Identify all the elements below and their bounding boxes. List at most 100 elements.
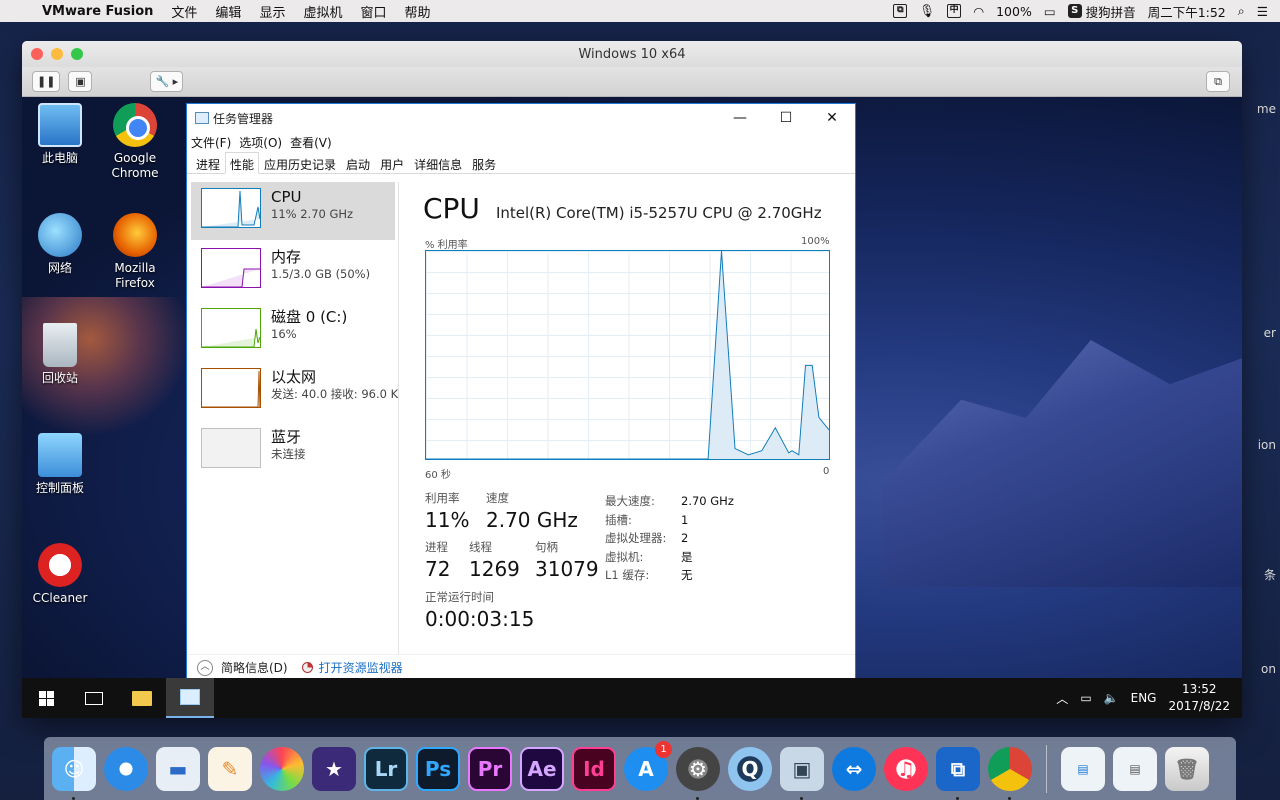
taskbar-clock[interactable]: 13:52 2017/8/22	[1168, 681, 1230, 715]
desktop-icon-chrome[interactable]: Google Chrome	[99, 103, 171, 181]
dock-teamviewer[interactable]: ⇔	[832, 746, 876, 791]
menu-options[interactable]: 选项(O)	[239, 134, 282, 151]
tab-performance[interactable]: 性能	[225, 152, 260, 174]
tab-startup[interactable]: 启动	[341, 152, 375, 173]
menubar-help[interactable]: 帮助	[404, 2, 430, 21]
unity-view-button[interactable]: ⧉	[1206, 71, 1230, 92]
vmware-window: Windows 10 x64 ❚❚ ▣ 🔧 ▸ ⧉ 此电脑 Google Chr…	[22, 41, 1242, 718]
resource-bluetooth[interactable]: 蓝牙 未连接	[191, 422, 395, 480]
dock-preview[interactable]: ▣	[780, 746, 824, 800]
network-tray-icon[interactable]: ▭	[1080, 691, 1091, 705]
graph-y-max: 100%	[801, 236, 830, 247]
resource-memory[interactable]: 内存 1.5/3.0 GB (50%)	[191, 242, 395, 300]
menubar-clock[interactable]: 周二下午1:52	[1148, 2, 1226, 21]
task-view-button[interactable]	[70, 678, 118, 718]
wifi-icon[interactable]: ◠	[973, 4, 984, 19]
desktop-icon-ccleaner[interactable]: CCleaner	[24, 543, 96, 606]
vm-settings-button[interactable]: 🔧 ▸	[150, 71, 184, 92]
menu-file[interactable]: 文件(F)	[191, 134, 231, 151]
suspend-vm-button[interactable]: ❚❚	[32, 71, 61, 92]
dock-chrome[interactable]	[988, 746, 1032, 800]
notification-center-icon[interactable]: ☰	[1257, 4, 1268, 19]
dock-lightroom[interactable]: Lr	[364, 746, 408, 791]
dock-minimized-window[interactable]: ▤	[1113, 746, 1157, 791]
tab-processes[interactable]: 进程	[191, 152, 225, 173]
task-manager-taskbar-button[interactable]	[166, 678, 214, 718]
open-resource-monitor-link[interactable]: 打开资源监视器	[301, 659, 403, 676]
menubar-window[interactable]: 窗口	[360, 2, 386, 21]
tab-details[interactable]: 详细信息	[409, 152, 467, 173]
window-thumbnail-icon: ▤	[1129, 761, 1141, 776]
desktop-icon-firefox[interactable]: Mozilla Firefox	[99, 213, 171, 291]
dock-vmware-fusion[interactable]: ⧉	[936, 746, 980, 800]
dock-photoshop[interactable]: Ps	[416, 746, 460, 791]
snapshot-button[interactable]: ▣	[68, 71, 93, 92]
spotlight-search-icon[interactable]: ⌕	[1238, 3, 1245, 19]
desktop-icon-control-panel[interactable]: 控制面板	[24, 433, 96, 496]
menubar-vm[interactable]: 虚拟机	[303, 2, 342, 21]
desktop-icon-network[interactable]: 网络	[24, 213, 96, 276]
menubar-file[interactable]: 文件	[171, 2, 197, 21]
dock-quicktime[interactable]: Q	[728, 746, 772, 791]
spec-key: 插槽:	[605, 512, 632, 527]
taskbar-time: 13:52	[1181, 682, 1217, 696]
fewer-details-link[interactable]: 简略信息(D)	[221, 659, 288, 676]
gear-icon: ⚙	[689, 756, 707, 781]
ime-status-icon[interactable]: 中	[947, 4, 962, 18]
dock-keynote[interactable]: ▬	[156, 746, 200, 791]
dock-safari[interactable]	[104, 746, 148, 791]
input-language[interactable]: ENG	[1131, 691, 1157, 705]
mac-menubar: VMware Fusion 文件 编辑 显示 虚拟机 窗口 帮助 ⧉ 🎙 中 ◠…	[0, 0, 1280, 22]
premiere-label: Pr	[477, 756, 503, 781]
microphone-icon[interactable]: 🎙	[919, 3, 935, 19]
show-hidden-icons-icon[interactable]: ︿	[1056, 690, 1068, 707]
minimize-icon[interactable]: —	[717, 110, 763, 126]
dock-pages[interactable]: ✎	[208, 746, 252, 791]
keynote-icon: ▬	[168, 756, 188, 781]
screen-mirror-icon[interactable]: ⧉	[893, 4, 908, 18]
menubar-app-name[interactable]: VMware Fusion	[42, 4, 153, 19]
windows-overlap-icon: ⧉	[1214, 74, 1222, 88]
mac-side-label: 条	[1263, 568, 1276, 582]
battery-text[interactable]: 100%	[996, 4, 1032, 19]
dock-finder[interactable]: ☺	[52, 746, 96, 800]
menu-view[interactable]: 查看(V)	[290, 134, 332, 151]
maximize-icon[interactable]: ☐	[763, 110, 809, 126]
menubar-view[interactable]: 显示	[259, 2, 285, 21]
resource-disk[interactable]: 磁盘 0 (C:) 16%	[191, 302, 395, 360]
tab-users[interactable]: 用户	[375, 152, 409, 173]
dock-itunes[interactable]: ♫	[884, 746, 928, 791]
dock-after-effects[interactable]: Ae	[520, 746, 564, 791]
dock-indesign[interactable]: Id	[572, 746, 616, 791]
dock-premiere[interactable]: Pr	[468, 746, 512, 791]
close-icon[interactable]: ✕	[809, 110, 855, 126]
dock-app-store[interactable]: A1	[624, 740, 672, 791]
desktop-icon-recycle-bin[interactable]: 回收站	[24, 323, 96, 386]
tab-app-history[interactable]: 应用历史记录	[259, 152, 341, 173]
dock-trash[interactable]: 🗑	[1165, 746, 1209, 791]
resource-cpu[interactable]: CPU 11% 2.70 GHz	[191, 182, 395, 240]
ethernet-sparkline	[201, 368, 261, 408]
dock-minimized-window[interactable]: ▤	[1061, 746, 1105, 791]
battery-icon[interactable]: ▭	[1044, 4, 1056, 19]
dock-photos[interactable]	[260, 746, 304, 791]
vm-toolbar: ❚❚ ▣ 🔧 ▸ ⧉	[22, 67, 1242, 97]
start-button[interactable]	[22, 678, 70, 718]
chevron-up-icon[interactable]: ︿	[197, 659, 213, 676]
vm-titlebar[interactable]: Windows 10 x64	[22, 41, 1242, 67]
task-manager-titlebar[interactable]: 任务管理器 — ☐ ✕	[187, 104, 855, 132]
spec-value: 2	[681, 531, 689, 545]
file-explorer-button[interactable]	[118, 678, 166, 718]
resource-ethernet[interactable]: 以太网 发送: 40.0 接收: 96.0 K	[191, 362, 398, 420]
volume-icon[interactable]: 🔈	[1104, 691, 1119, 705]
desktop-icon-this-pc[interactable]: 此电脑	[24, 103, 96, 166]
resource-name: CPU	[271, 188, 302, 206]
cpu-utilization-chart	[426, 250, 830, 460]
tab-services[interactable]: 服务	[467, 152, 501, 173]
app-store-icon: A	[638, 756, 654, 781]
menubar-edit[interactable]: 编辑	[215, 2, 241, 21]
desktop-icon-label: Google Chrome	[111, 151, 159, 180]
input-method[interactable]: S 搜狗拼音	[1067, 2, 1136, 21]
dock-system-preferences[interactable]: ⚙	[676, 746, 720, 800]
dock-imovie[interactable]: ★	[312, 746, 356, 791]
